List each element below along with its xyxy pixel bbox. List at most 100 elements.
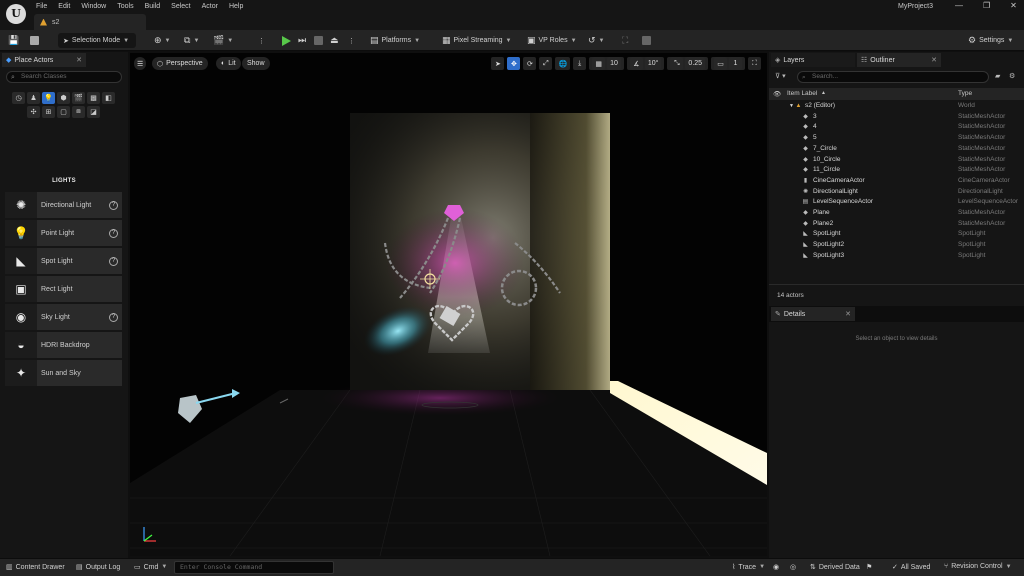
outliner-world-row[interactable]: ▼ ▲ s2 (Editor) World (769, 101, 1024, 112)
outliner-row[interactable]: ◣ SpotLight3 SpotLight (769, 251, 1024, 262)
filter-icon[interactable]: ⊽ ▾ (775, 72, 786, 80)
play-options-button[interactable]: ⋮ (348, 33, 355, 48)
outliner-row[interactable]: ◆ 4 StaticMeshActor (769, 122, 1024, 133)
add-folder-icon[interactable]: ▰ (995, 72, 1000, 80)
place-actors-tab[interactable]: ◆ Place Actors ✕ (2, 53, 86, 67)
actor-item-directional-light[interactable]: ✺ Directional Light ? (5, 192, 122, 218)
console-command-input[interactable]: Enter Console Command (174, 561, 334, 574)
close-icon[interactable]: ✕ (931, 56, 937, 64)
save-button[interactable]: 💾 (8, 33, 19, 48)
actor-item-point-light[interactable]: 💡 Point Light ? (5, 220, 122, 246)
trace-dropdown[interactable]: ⌇ Trace ▼ (732, 563, 765, 572)
outliner-row[interactable]: ◣ SpotLight SpotLight (769, 229, 1024, 240)
maximize-viewport-icon[interactable]: ⛶ (748, 57, 761, 70)
translate-tool-icon[interactable]: ✥ (507, 57, 521, 70)
menu-edit[interactable]: Edit (58, 2, 76, 12)
help-icon[interactable]: ? (109, 256, 118, 266)
visibility-eye-icon[interactable]: 👁 (773, 90, 781, 98)
maximize-icon[interactable]: ❐ (983, 1, 990, 10)
vp-roles-dropdown[interactable]: ▣ VP Roles ▼ (527, 33, 577, 48)
source-control-button[interactable] (30, 33, 39, 48)
menu-actor[interactable]: Actor (202, 2, 224, 12)
add-actor-button[interactable]: ⊕ ▼ (154, 33, 171, 48)
rotation-snap-button[interactable]: ∡ 10° (626, 57, 665, 70)
stop-button[interactable] (314, 33, 323, 48)
output-log-button[interactable]: ▤ Output Log (76, 563, 120, 572)
content-drawer-button[interactable]: ▥ Content Drawer (6, 563, 65, 572)
minimize-icon[interactable]: — (955, 1, 963, 10)
layout-category-icon[interactable]: ⧈ (72, 106, 85, 118)
cinematic-category-icon[interactable]: 🎬 (72, 92, 85, 104)
recent-category-icon[interactable]: ◷ (12, 92, 25, 104)
column-item-label[interactable]: Item Label (787, 90, 817, 97)
trace-snapshot-icon[interactable]: ◎ (790, 563, 796, 571)
help-icon[interactable]: ? (109, 200, 118, 210)
all-classes-category-icon[interactable]: ⊞ (42, 106, 55, 118)
cmd-dropdown[interactable]: ▭ Cmd ▼ (134, 563, 167, 572)
platforms-dropdown[interactable]: ▤ Platforms ▼ (370, 33, 420, 48)
menu-select[interactable]: Select (171, 2, 196, 12)
derived-data-button[interactable]: ⇅ Derived Data (810, 563, 860, 572)
unreal-logo-icon[interactable]: U (6, 4, 26, 24)
scale-snap-button[interactable]: ⤡ 0.25 (667, 57, 709, 70)
outliner-row[interactable]: ◆ 11_Circle StaticMeshActor (769, 165, 1024, 176)
play-button[interactable] (282, 33, 291, 48)
outliner-row[interactable]: ▤ LevelSequenceActor LevelSequenceActor (769, 197, 1024, 208)
visual-effects-category-icon[interactable]: ▩ (87, 92, 100, 104)
outliner-row[interactable]: ✺ DirectionalLight DirectionalLight (769, 187, 1024, 198)
actor-item-rect-light[interactable]: ▣ Rect Light (5, 276, 122, 302)
cinematics-button[interactable]: 🎬 ▼ (213, 33, 233, 48)
level-viewport[interactable]: ☰ ⬡ Perspective ◐ Lit Show ➤ ✥ ⟳ ⤢ 🌐 ⤓ ▦… (130, 53, 767, 556)
settings-gear-icon[interactable]: ⚙ (1009, 72, 1015, 80)
concert-button[interactable] (642, 33, 651, 48)
menu-help[interactable]: Help (229, 2, 249, 12)
outliner-row[interactable]: ◆ 5 StaticMeshActor (769, 133, 1024, 144)
close-icon[interactable]: ✕ (845, 310, 851, 318)
trace-record-icon[interactable]: ◉ (773, 563, 779, 571)
close-icon[interactable]: ✕ (1010, 1, 1017, 10)
step-button[interactable]: ⏭ (298, 33, 306, 48)
outliner-row[interactable]: ◣ SpotLight2 SpotLight (769, 240, 1024, 251)
menu-file[interactable]: File (36, 2, 53, 12)
actor-item-sun-and-sky[interactable]: ✦ Sun and Sky (5, 360, 122, 386)
eject-button[interactable]: ⏏ (330, 33, 339, 48)
history-button[interactable]: ↺ ▼ (588, 33, 605, 48)
details-tab[interactable]: ✎ Details ✕ (771, 307, 855, 321)
actor-item-sky-light[interactable]: ◉ Sky Light ? (5, 304, 122, 330)
search-classes-input[interactable]: ⌕ Search Classes (6, 71, 122, 83)
camera-speed-button[interactable]: ▭ 1 (711, 57, 745, 70)
actor-item-hdri-backdrop[interactable]: ◒ HDRI Backdrop (5, 332, 122, 358)
notifications-icon[interactable]: ⚑ (866, 563, 872, 571)
show-button[interactable]: Show (242, 57, 270, 70)
surface-snap-icon[interactable]: ⤓ (573, 57, 587, 70)
menu-tools[interactable]: Tools (117, 2, 139, 12)
view-mode-button[interactable]: ◐ Lit (216, 57, 241, 70)
outliner-row[interactable]: ◆ 3 StaticMeshActor (769, 112, 1024, 123)
grid-snap-button[interactable]: ▦ 10 (589, 57, 624, 70)
outliner-row[interactable]: ◆ Plane StaticMeshActor (769, 208, 1024, 219)
extras-category-icon[interactable]: ◪ (87, 106, 100, 118)
expand-arrow-icon[interactable]: ▼ (789, 101, 794, 112)
perspective-button[interactable]: ⬡ Perspective (152, 57, 208, 70)
blueprint-button[interactable]: ⧉ ▼ (184, 33, 199, 48)
outliner-tab[interactable]: ☷ Outliner ✕ (857, 53, 941, 67)
basic-category-icon[interactable]: ♟ (27, 92, 40, 104)
select-tool-icon[interactable]: ➤ (491, 57, 505, 70)
outliner-row[interactable]: ◆ 7_Circle StaticMeshActor (769, 144, 1024, 155)
outliner-row[interactable]: ◆ 10_Circle StaticMeshActor (769, 155, 1024, 166)
shapes-category-icon[interactable]: ⬢ (57, 92, 70, 104)
menu-window[interactable]: Window (81, 2, 112, 12)
rotate-tool-icon[interactable]: ⟳ (523, 57, 537, 70)
outliner-row[interactable]: ▮ CineCameraActor CineCameraActor (769, 176, 1024, 187)
lights-category-icon[interactable]: 💡 (42, 92, 55, 104)
help-icon[interactable]: ? (109, 312, 118, 322)
help-icon[interactable]: ? (109, 228, 118, 238)
actor-item-spot-light[interactable]: ◣ Spot Light ? (5, 248, 122, 274)
world-local-icon[interactable]: 🌐 (555, 57, 571, 70)
multi-user-button[interactable]: ⛶ (622, 33, 628, 48)
close-icon[interactable]: ✕ (76, 56, 82, 64)
level-tab[interactable]: s2 (34, 14, 146, 30)
volumes-category-icon[interactable]: ✣ (27, 106, 40, 118)
geometry-category-icon[interactable]: ◧ (102, 92, 115, 104)
scale-tool-icon[interactable]: ⤢ (539, 57, 553, 70)
